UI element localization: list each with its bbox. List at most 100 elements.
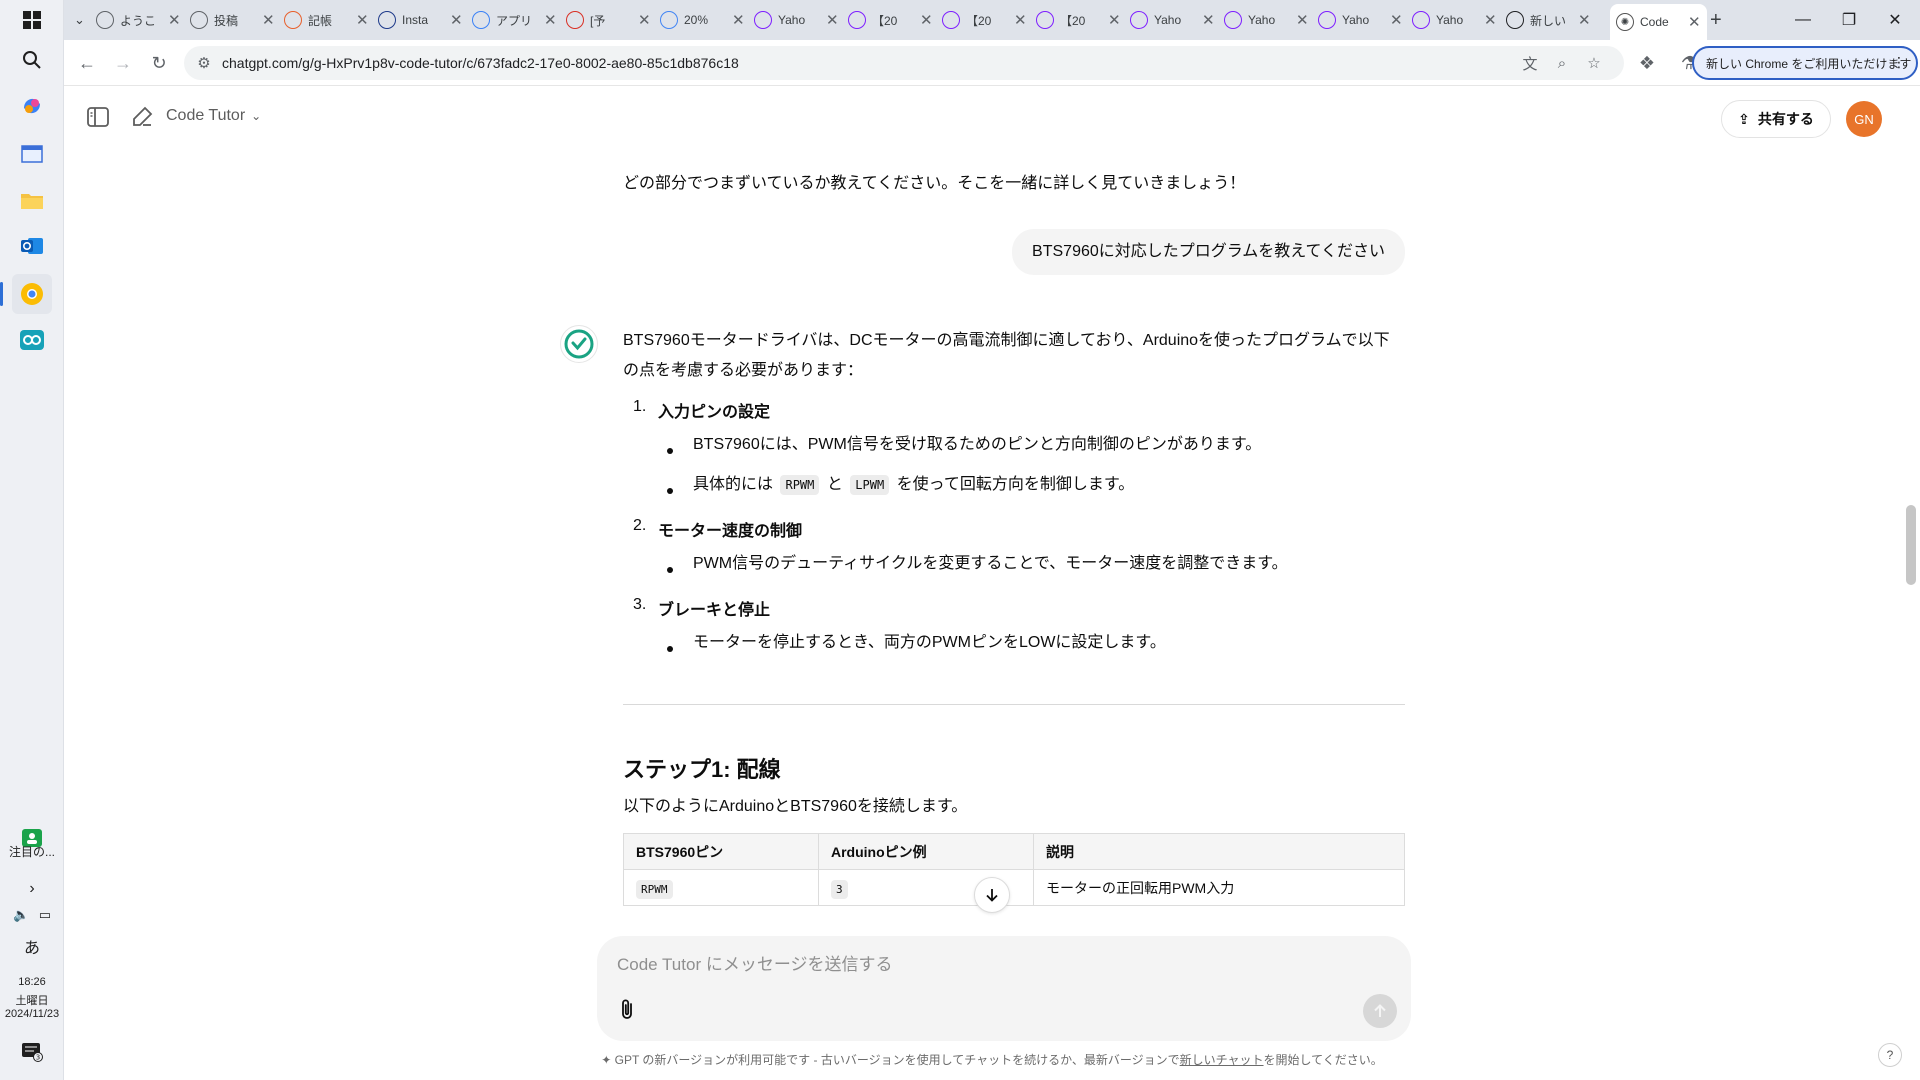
close-icon[interactable]: ✕ [1688, 13, 1701, 31]
message-input[interactable] [617, 952, 1377, 978]
taskbar-search-button[interactable] [12, 40, 52, 80]
active-tab[interactable]: ✺ Code ✕ [1610, 4, 1707, 40]
close-icon[interactable]: ✕ [1202, 11, 1215, 29]
new-chat-link[interactable]: 新しいチャット [1180, 1053, 1264, 1067]
close-icon[interactable]: ✕ [1484, 11, 1497, 29]
zoom-icon[interactable]: ⌕ [1552, 53, 1572, 73]
close-icon[interactable]: ✕ [544, 11, 557, 29]
plus-icon: + [1710, 8, 1722, 31]
attach-button[interactable] [612, 994, 642, 1024]
browser-tab[interactable]: Insta ✕ [372, 6, 469, 34]
bullet-dot [667, 488, 673, 494]
wiring-table: BTS7960ピン Arduinoピン例 説明 RPWM 3 モーターの正回転用… [623, 833, 1405, 906]
close-icon[interactable]: ✕ [826, 11, 839, 29]
bullet-text-with-code: 具体的には RPWM と LPWM を使って回転方向を制御します。 [693, 470, 1134, 500]
list-heading: モーター速度の制御 [658, 523, 803, 540]
close-icon[interactable]: ✕ [732, 11, 745, 29]
clock-date[interactable]: 2024/11/23 [0, 1008, 64, 1020]
taskbar-file-explorer-button[interactable] [12, 180, 52, 220]
chrome-update-pill[interactable]: 新しい Chrome をご利用いただけます ⋮ [1692, 46, 1918, 80]
browser-tab[interactable]: 投稿 ✕ [184, 6, 281, 34]
tray-icons[interactable]: 🔈 ▭ [0, 907, 64, 923]
close-icon[interactable]: ✕ [1014, 11, 1027, 29]
windows-start-button[interactable] [12, 0, 52, 40]
new-tab-button[interactable]: + [1704, 6, 1728, 34]
close-icon[interactable]: ✕ [1578, 11, 1591, 29]
browser-tab[interactable]: ようこ ✕ [90, 6, 187, 34]
site-info-icon[interactable]: ⚙ [194, 53, 214, 73]
table-cell: RPWM [623, 869, 819, 906]
address-bar[interactable]: ⚙ chatgpt.com/g/g-HxPrv1p8v-code-tutor/c… [184, 46, 1624, 80]
clock-weekday[interactable]: 土曜日 [0, 992, 64, 1008]
browser-tab[interactable]: 20% ✕ [654, 6, 751, 34]
tab-label: [予 [590, 13, 606, 28]
tab-favicon-icon [1224, 11, 1242, 29]
chatgpt-favicon-icon: ✺ [1616, 13, 1634, 31]
extensions-button[interactable]: ❖ [1632, 48, 1662, 78]
browser-tab[interactable]: Yaho ✕ [748, 6, 845, 34]
close-icon[interactable]: ✕ [920, 11, 933, 29]
clock-time[interactable]: 18:26 [0, 976, 64, 988]
send-button[interactable] [1363, 994, 1397, 1028]
table-cell: モーターの正回転用PWM入力 [1033, 869, 1405, 906]
sidebar-icon [87, 107, 109, 127]
tab-search-button[interactable]: ⌄ [68, 6, 91, 34]
taskbar-chrome-button[interactable] [12, 274, 52, 314]
browser-tab[interactable]: アプリ ✕ [466, 6, 563, 34]
chevron-right-icon[interactable]: › [0, 880, 64, 898]
back-button[interactable]: ← [72, 48, 102, 78]
scroll-to-bottom-button[interactable] [974, 877, 1010, 913]
browser-tab[interactable]: Yaho ✕ [1406, 6, 1503, 34]
close-icon[interactable]: ✕ [262, 11, 275, 29]
close-icon[interactable]: ✕ [356, 11, 369, 29]
help-button[interactable]: ? [1878, 1043, 1902, 1067]
browser-tab[interactable]: 記帳 ✕ [278, 6, 375, 34]
window-close-button[interactable]: ✕ [1872, 0, 1918, 40]
taskbar-arduino-button[interactable] [12, 320, 52, 360]
browser-tab[interactable]: Yaho ✕ [1312, 6, 1409, 34]
ime-indicator[interactable]: あ [0, 934, 64, 958]
speaker-icon[interactable]: 🔈 [13, 907, 29, 922]
user-avatar[interactable]: GN [1846, 101, 1882, 137]
taskbar-taskview-button[interactable] [12, 134, 52, 174]
chatgpt-app: Code Tutor ⌄ ⇪ 共有する GN どの部分でつまずいているか教えてく… [64, 87, 1920, 1080]
minimize-button[interactable]: — [1780, 0, 1826, 40]
tab-label: 20% [684, 13, 709, 27]
tab-favicon-icon [96, 11, 114, 29]
tab-label: 【20 [872, 13, 898, 28]
close-icon[interactable]: ✕ [1390, 11, 1403, 29]
translate-icon[interactable]: 文 [1520, 53, 1540, 73]
sidebar-toggle-button[interactable] [86, 105, 110, 134]
browser-tab[interactable]: [予 ✕ [560, 6, 657, 34]
close-icon[interactable]: ✕ [638, 11, 651, 29]
taskbar-outlook-button[interactable] [12, 226, 52, 266]
folder-icon [21, 194, 43, 209]
close-icon[interactable]: ✕ [450, 11, 463, 29]
inline-code: LPWM [850, 475, 890, 495]
browser-tab[interactable]: Yaho ✕ [1218, 6, 1315, 34]
browser-tab[interactable]: 【20 ✕ [1030, 6, 1127, 34]
gpt-model-selector[interactable]: Code Tutor ⌄ [166, 107, 261, 125]
reload-button[interactable]: ↻ [144, 48, 174, 78]
close-icon[interactable]: ✕ [1296, 11, 1309, 29]
close-icon[interactable]: ✕ [1108, 11, 1121, 29]
browser-tab[interactable]: Yaho ✕ [1124, 6, 1221, 34]
address-url[interactable]: chatgpt.com/g/g-HxPrv1p8v-code-tutor/c/6… [222, 55, 739, 71]
new-chat-button[interactable] [130, 105, 154, 134]
close-icon[interactable]: ✕ [168, 11, 181, 29]
browser-tab[interactable]: 【20 ✕ [842, 6, 939, 34]
arrow-down-icon [986, 889, 998, 902]
browser-tab[interactable]: 新しい ✕ [1500, 6, 1597, 34]
page-scrollbar[interactable] [1906, 505, 1916, 585]
list-number: 2. [633, 517, 647, 534]
bookmark-star-icon[interactable]: ☆ [1584, 53, 1604, 73]
restore-button[interactable]: ❐ [1826, 0, 1872, 40]
taskbar-copilot-button[interactable] [12, 86, 52, 126]
notification-center-button[interactable]: 3 [12, 1032, 52, 1072]
forward-button[interactable]: → [108, 48, 138, 78]
tab-label: アプリ [496, 13, 532, 28]
share-button[interactable]: ⇪ 共有する [1721, 100, 1831, 138]
more-vertical-icon[interactable]: ⋮ [1892, 54, 1906, 71]
network-icon[interactable]: ▭ [39, 907, 51, 922]
browser-tab[interactable]: 【20 ✕ [936, 6, 1033, 34]
